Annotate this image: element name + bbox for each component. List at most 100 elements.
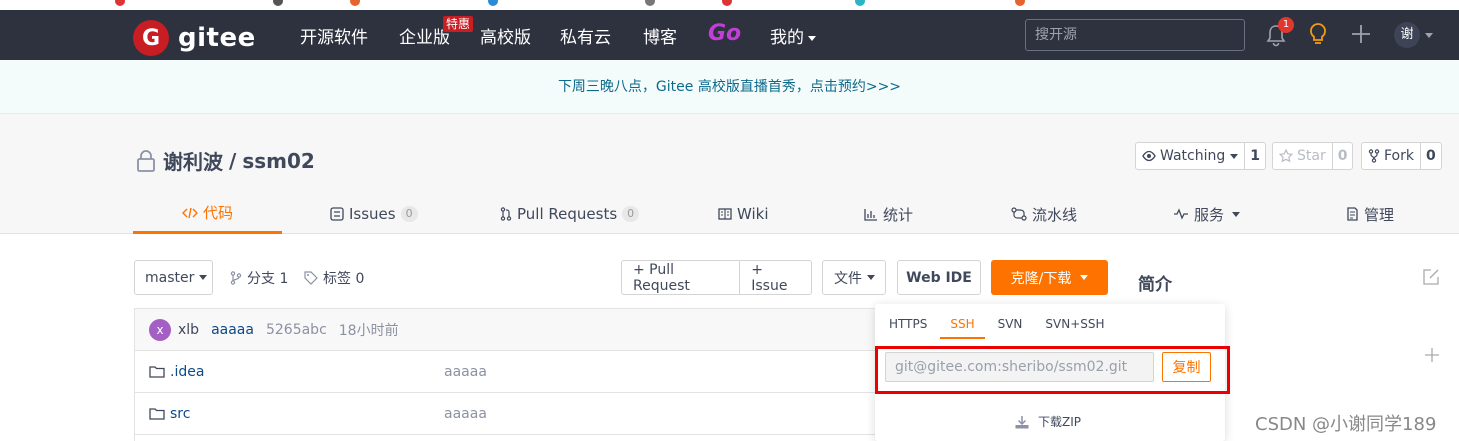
tab-issues[interactable]: Issues 0	[330, 194, 418, 234]
lightbulb-icon[interactable]	[1307, 22, 1329, 48]
tab-service[interactable]: 服务	[1173, 194, 1241, 234]
new-issue-button[interactable]: + Issue	[740, 262, 811, 294]
file-commit-message[interactable]: aaaaa	[444, 406, 487, 422]
repo-owner-link[interactable]: 谢利波	[163, 146, 223, 175]
gitee-logo-text: gitee	[178, 23, 256, 53]
wiki-icon	[718, 208, 732, 220]
branches-link[interactable]: 分支 1	[230, 268, 288, 288]
eye-icon	[1142, 150, 1156, 162]
pipeline-icon	[1011, 207, 1027, 221]
nav-open-source[interactable]: 开源软件	[300, 23, 368, 48]
nav-go[interactable]: Go	[708, 21, 741, 46]
repo-header: 谢利波 / ssm02 Watching 1 Star 0 Fork 0 代码	[0, 114, 1459, 234]
tab-code[interactable]: 代码	[133, 194, 282, 234]
user-avatar[interactable]: 谢	[1394, 22, 1420, 48]
pr-issue-group: + Pull Request + Issue	[621, 260, 812, 295]
tab-label: 管理	[1364, 205, 1395, 224]
highlight-box	[875, 346, 1230, 394]
branch-name: master	[145, 269, 195, 286]
file-name-text: src	[170, 405, 191, 422]
file-commit-message[interactable]: aaaaa	[444, 364, 487, 380]
clone-download-button[interactable]: 克隆/下载	[991, 260, 1108, 295]
repo-separator: /	[229, 148, 237, 173]
gitee-logo[interactable]: G gitee	[133, 20, 256, 56]
clone-dropdown: HTTPS SSH SVN SVN+SSH 复制 下载ZIP	[875, 304, 1230, 441]
tab-wiki[interactable]: Wiki	[718, 194, 769, 234]
top-navbar: G gitee 开源软件 企业版 特惠 高校版 私有云 博客 Go 我的 1 谢	[0, 10, 1459, 60]
tab-https[interactable]: HTTPS	[889, 315, 927, 339]
tab-pipeline[interactable]: 流水线	[1011, 194, 1077, 234]
download-zip-link[interactable]: 下载ZIP	[1015, 413, 1081, 430]
folder-icon	[149, 408, 165, 420]
tab-manage[interactable]: 管理	[1346, 194, 1394, 234]
nav-mine-label: 我的	[770, 28, 804, 48]
bookmarks-bar	[0, 0, 1459, 10]
nav-education[interactable]: 高校版	[480, 23, 531, 48]
file-list: x xlb aaaaa 5265abc 18小时前 .idea aaaaa sr…	[134, 308, 894, 441]
new-pull-request-button[interactable]: + Pull Request	[622, 261, 741, 294]
branch-icon	[230, 271, 242, 285]
file-name-text: .idea	[170, 363, 205, 380]
nav-mine-menu[interactable]: 我的	[770, 23, 816, 48]
avatar-caret-icon[interactable]	[1425, 33, 1433, 38]
caret-down-icon	[808, 35, 816, 41]
edit-icon[interactable]	[1422, 268, 1440, 286]
repo-name-link[interactable]: ssm02	[242, 149, 314, 173]
commit-author[interactable]: xlb	[178, 322, 199, 338]
tab-pull-requests[interactable]: Pull Requests 0	[500, 194, 640, 234]
branches-label: 分支 1	[247, 271, 289, 287]
tag-icon	[304, 271, 318, 285]
hot-deal-badge: 特惠	[443, 16, 474, 32]
fork-icon	[1368, 149, 1380, 163]
fork-button[interactable]: Fork 0	[1361, 142, 1442, 170]
pull-requests-count: 0	[622, 206, 640, 222]
caret-down-icon	[867, 275, 875, 280]
search-input[interactable]	[1025, 19, 1245, 51]
star-count[interactable]: 0	[1331, 143, 1353, 169]
file-name[interactable]: src	[149, 406, 190, 422]
tab-label: 统计	[883, 205, 914, 224]
file-menu-label: 文件	[834, 270, 862, 287]
pull-request-icon	[500, 207, 512, 221]
commit-hash[interactable]: 5265abc	[266, 322, 327, 338]
caret-down-icon	[1080, 275, 1089, 280]
plus-icon[interactable]	[1424, 347, 1440, 363]
tab-label: Wiki	[737, 205, 769, 223]
plus-icon[interactable]	[1350, 23, 1372, 45]
watching-button[interactable]: Watching 1	[1135, 142, 1266, 170]
nav-private-cloud[interactable]: 私有云	[560, 23, 611, 48]
stats-icon	[864, 208, 877, 221]
commit-message[interactable]: aaaaa	[211, 322, 254, 338]
file-menu-button[interactable]: 文件	[822, 260, 886, 295]
tab-label: 服务	[1194, 205, 1225, 224]
tags-link[interactable]: 标签 0	[304, 268, 364, 288]
tab-label: Pull Requests	[517, 205, 618, 223]
tab-label: 代码	[202, 204, 233, 222]
commit-author-avatar[interactable]: x	[149, 318, 171, 341]
download-zip-label: 下载ZIP	[1038, 415, 1081, 429]
fork-count[interactable]: 0	[1419, 143, 1441, 169]
file-row[interactable]: .idea aaaaa	[135, 351, 893, 393]
tab-stats[interactable]: 统计	[864, 194, 913, 234]
repo-title: 谢利波 / ssm02	[135, 146, 315, 175]
caret-down-icon	[1230, 153, 1239, 159]
watching-count[interactable]: 1	[1244, 143, 1265, 169]
tab-svn-ssh[interactable]: SVN+SSH	[1045, 315, 1104, 339]
star-label: Star	[1297, 148, 1326, 164]
nav-blog[interactable]: 博客	[643, 23, 677, 48]
star-button[interactable]: Star 0	[1272, 142, 1354, 170]
tab-svn[interactable]: SVN	[998, 315, 1023, 339]
web-ide-button[interactable]: Web IDE	[897, 260, 981, 295]
announcement-link[interactable]: 下周三晚八点，Gitee 高校版直播首秀，点击预约>>>	[558, 79, 901, 95]
gitee-logo-mark: G	[133, 20, 169, 56]
issues-icon	[330, 207, 344, 221]
lock-icon	[137, 149, 155, 172]
commit-time: 18小时前	[338, 322, 399, 339]
branch-select[interactable]: master	[134, 260, 213, 295]
download-icon	[1015, 415, 1029, 428]
file-row[interactable]: src aaaaa	[135, 393, 893, 435]
tab-ssh[interactable]: SSH	[940, 315, 985, 339]
fork-label: Fork	[1384, 148, 1414, 164]
file-name[interactable]: .idea	[149, 364, 204, 380]
watching-label: Watching	[1160, 148, 1226, 164]
